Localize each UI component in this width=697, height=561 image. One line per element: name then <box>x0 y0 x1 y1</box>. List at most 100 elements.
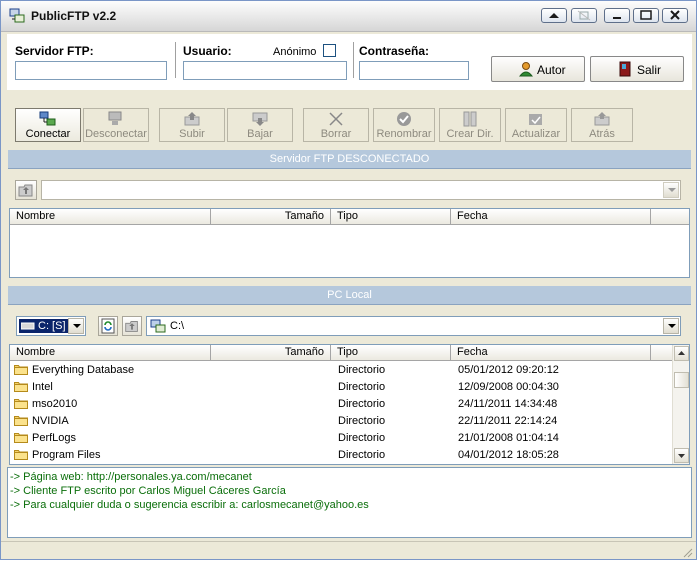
local-list-scrollbar[interactable] <box>672 345 689 464</box>
cell-type: Directorio <box>338 398 386 410</box>
toolbar-button-renombrar[interactable]: Renombrar <box>373 108 435 142</box>
password-label: Contraseña: <box>359 44 430 58</box>
app-window: PublicFTP v2.2 Servidor FTP: Usuario: An… <box>0 0 697 560</box>
column-date[interactable]: Fecha <box>451 345 651 360</box>
local-path-combo[interactable]: C:\ <box>146 316 681 336</box>
title-bar[interactable]: PublicFTP v2.2 <box>1 1 696 32</box>
server-input[interactable] <box>15 61 167 80</box>
column-size[interactable]: Tamaño <box>211 209 331 224</box>
triangle-down-icon <box>678 454 685 458</box>
cell-name: NVIDIA <box>32 415 69 427</box>
column-name[interactable]: Nombre <box>10 345 211 360</box>
table-row[interactable]: mso2010 Directorio 24/11/2011 14:34:48 <box>14 396 668 413</box>
table-row[interactable]: PerfLogs Directorio 21/01/2008 01:04:14 <box>14 430 668 447</box>
server-list-header: Nombre Tamaño Tipo Fecha <box>10 209 689 225</box>
minimize-to-tray-button[interactable] <box>571 8 597 23</box>
cell-date: 22/11/2011 22:14:24 <box>458 415 558 427</box>
close-button[interactable] <box>662 8 688 23</box>
scroll-up-button[interactable] <box>541 8 567 23</box>
cell-date: 05/01/2012 09:20:12 <box>458 364 559 376</box>
toolbar-button-atrás[interactable]: Atrás <box>571 108 633 142</box>
folder-icon <box>14 364 28 375</box>
author-button[interactable]: Autor <box>491 56 585 82</box>
user-input[interactable] <box>183 61 347 80</box>
folder-icon <box>14 381 28 392</box>
scroll-down-arrow[interactable] <box>674 448 689 463</box>
resize-grip[interactable] <box>681 546 693 558</box>
server-file-list[interactable]: Nombre Tamaño Tipo Fecha <box>9 208 690 278</box>
toolbar-button-label: Subir <box>179 128 205 140</box>
cell-type: Directorio <box>338 415 386 427</box>
exit-button[interactable]: Salir <box>590 56 684 82</box>
toolbar-button-subir[interactable]: Subir <box>159 108 225 142</box>
scroll-up-arrow[interactable] <box>674 346 689 361</box>
toolbar-button-desconectar[interactable]: Desconectar <box>83 108 149 142</box>
toolbar-button-label: Borrar <box>320 128 352 140</box>
chevron-down-icon <box>668 188 676 192</box>
table-row[interactable]: Program Files Directorio 04/01/2012 18:05:… <box>14 447 668 464</box>
table-row[interactable]: Everything Database Directorio 05/01/2012 … <box>14 362 668 379</box>
toolbar-button-crear-dir[interactable]: Crear Dir. <box>439 108 501 142</box>
log-line: -> Cliente FTP escrito por Carlos Miguel… <box>10 485 286 497</box>
table-row[interactable]: NVIDIA Directorio 22/11/2011 22:14:24 <box>14 413 668 430</box>
anonymous-label: Anónimo <box>273 46 317 58</box>
server-label: Servidor FTP: <box>15 44 94 58</box>
exit-label: Salir <box>637 63 662 77</box>
local-file-list[interactable]: Nombre Tamaño Tipo Fecha Everything Data… <box>9 344 690 465</box>
log-panel: -> Página web: http://personales.ya.com/… <box>7 467 692 538</box>
password-input[interactable] <box>359 61 469 80</box>
cell-type: Directorio <box>338 432 386 444</box>
toolbar-button-actualizar[interactable]: Actualizar <box>505 108 567 142</box>
toolbar-button-label: Crear Dir. <box>446 128 494 140</box>
minimize-button[interactable] <box>604 8 630 23</box>
server-status-bar: Servidor FTP DESCONECTADO <box>8 150 691 169</box>
toolbar-button-label: Actualizar <box>511 128 561 140</box>
server-path-combo[interactable] <box>41 180 681 200</box>
local-path-dropdown[interactable] <box>663 318 679 334</box>
cell-date: 24/11/2011 14:34:48 <box>458 398 558 410</box>
folder-icon <box>14 449 28 460</box>
window-title: PublicFTP v2.2 <box>31 9 117 23</box>
drive-select[interactable]: C: [S] <box>16 316 86 336</box>
chevron-down-icon <box>668 324 676 328</box>
table-row[interactable]: Intel Directorio 12/09/2008 00:04:30 <box>14 379 668 396</box>
minimize-icon <box>613 17 621 19</box>
up-folder-icon <box>18 184 33 197</box>
column-name[interactable]: Nombre <box>10 209 211 224</box>
server-path-dropdown[interactable] <box>663 182 679 198</box>
local-up-folder-button[interactable] <box>122 316 142 336</box>
local-list-header: Nombre Tamaño Tipo Fecha <box>10 345 672 361</box>
local-refresh-button[interactable] <box>98 316 118 336</box>
drive-dropdown[interactable] <box>68 318 84 334</box>
folder-icon <box>14 398 28 409</box>
column-type[interactable]: Tipo <box>331 345 451 360</box>
toolbar-button-borrar[interactable]: Borrar <box>303 108 369 142</box>
maximize-icon <box>640 10 652 20</box>
exit-door-icon <box>619 61 631 77</box>
cell-date: 12/09/2008 00:04:30 <box>458 381 559 393</box>
toolbar-button-label: Atrás <box>589 128 615 140</box>
toolbar-button-bajar[interactable]: Bajar <box>227 108 293 142</box>
triangle-up-icon <box>549 13 559 18</box>
refresh-icon <box>101 318 115 334</box>
column-size[interactable]: Tamaño <box>211 345 331 360</box>
user-label: Usuario: <box>183 44 232 58</box>
anonymous-checkbox[interactable] <box>323 44 336 57</box>
local-path-text: C:\ <box>170 320 185 332</box>
user-icon <box>518 62 534 77</box>
cell-name: mso2010 <box>32 398 78 410</box>
maximize-button[interactable] <box>633 8 659 23</box>
column-type[interactable]: Tipo <box>331 209 451 224</box>
toolbar-button-conectar[interactable]: Conectar <box>15 108 81 142</box>
cell-type: Directorio <box>338 449 386 461</box>
column-date[interactable]: Fecha <box>451 209 651 224</box>
server-up-folder-button[interactable] <box>15 180 37 200</box>
up-folder-icon <box>125 321 138 332</box>
computer-icon <box>150 319 166 333</box>
separator <box>353 42 355 78</box>
drive-selected: C: [S] <box>19 319 69 333</box>
log-line: -> Para cualquier duda o sugerencia escr… <box>10 499 369 511</box>
app-icon <box>9 8 25 23</box>
scroll-thumb[interactable] <box>674 372 689 388</box>
resize-grip-icon <box>683 548 693 558</box>
